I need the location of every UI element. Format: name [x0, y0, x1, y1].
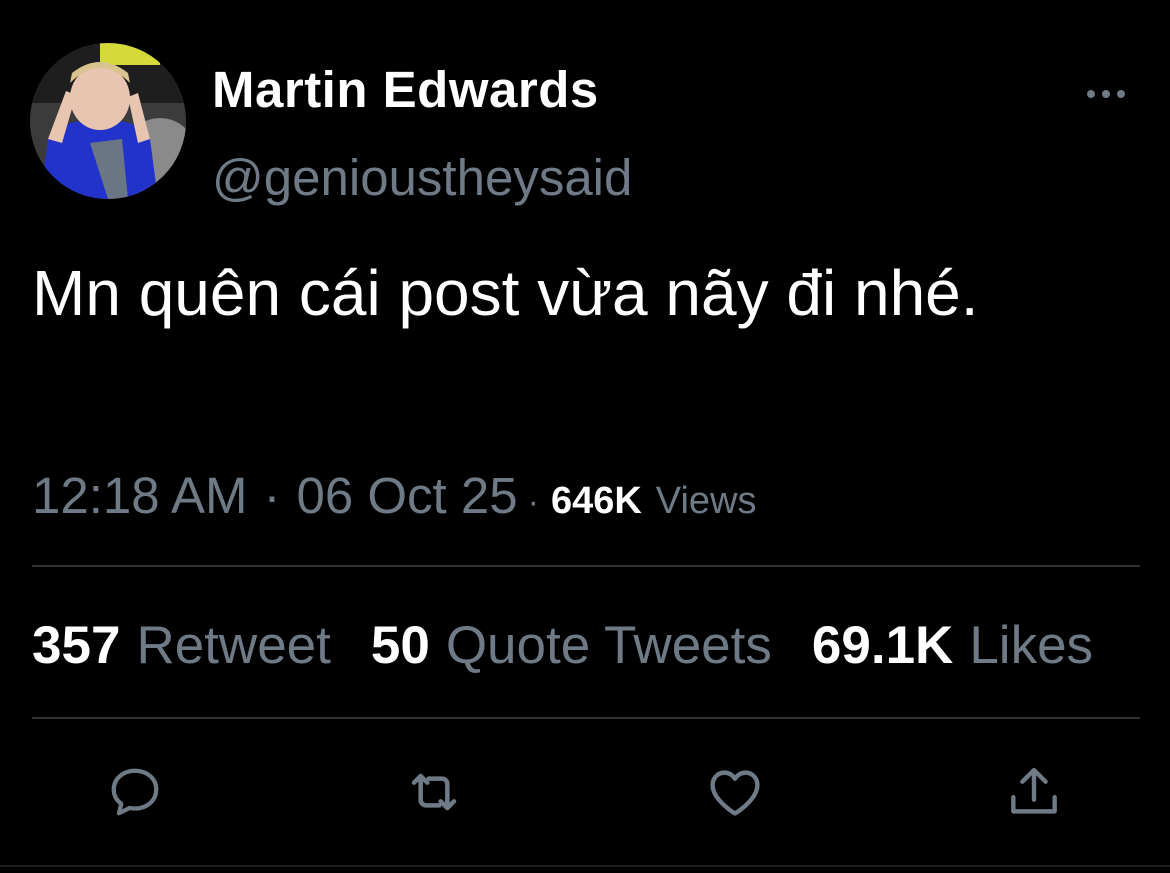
share-button[interactable] [1002, 760, 1066, 824]
divider [32, 717, 1140, 719]
more-options-icon[interactable] [1080, 78, 1132, 110]
views-label: Views [655, 480, 757, 522]
likes-count: 69.1K [811, 616, 954, 675]
user-handle[interactable]: @genioustheysaid [212, 148, 632, 207]
tweet-stats: 357 Retweet 50 Quote Tweets 69.1K Likes [32, 615, 1093, 676]
quote-tweets-label: Quote Tweets [445, 616, 772, 675]
retweet-button[interactable] [402, 760, 466, 824]
avatar-photo [30, 43, 186, 199]
likes-stat[interactable]: 69.1K Likes [812, 615, 1093, 676]
tweet-meta: 12:18 AM · 06 Oct 25 · 646K Views [32, 466, 756, 525]
bottom-divider [0, 865, 1170, 867]
tweet-text: Mn quên cái post vừa nãy đi nhé. [32, 257, 979, 329]
reply-icon [111, 768, 159, 816]
tweet-date[interactable]: 06 Oct 25 [296, 466, 517, 525]
likes-label: Likes [969, 616, 1094, 675]
display-name[interactable]: Martin Edwards [212, 60, 599, 119]
quote-tweets-stat[interactable]: 50 Quote Tweets [371, 615, 772, 676]
retweet-count: 357 [32, 616, 121, 675]
tweet-time[interactable]: 12:18 AM [32, 466, 247, 525]
meta-separator: · [527, 483, 539, 521]
action-bar [0, 760, 1170, 824]
avatar[interactable] [30, 43, 186, 199]
tweet: Martin Edwards @genioustheysaid Mn quên … [0, 0, 1170, 873]
like-button[interactable] [703, 760, 767, 824]
retweet-icon [411, 773, 457, 811]
share-icon [1011, 767, 1057, 814]
like-icon [710, 770, 760, 816]
reply-button[interactable] [103, 760, 167, 824]
meta-separator: · [263, 467, 281, 524]
retweet-label: Retweet [136, 616, 331, 675]
views-count: 646K [550, 480, 642, 522]
quote-tweets-count: 50 [370, 616, 430, 675]
divider [32, 565, 1140, 567]
retweet-stat[interactable]: 357 Retweet [32, 615, 331, 676]
